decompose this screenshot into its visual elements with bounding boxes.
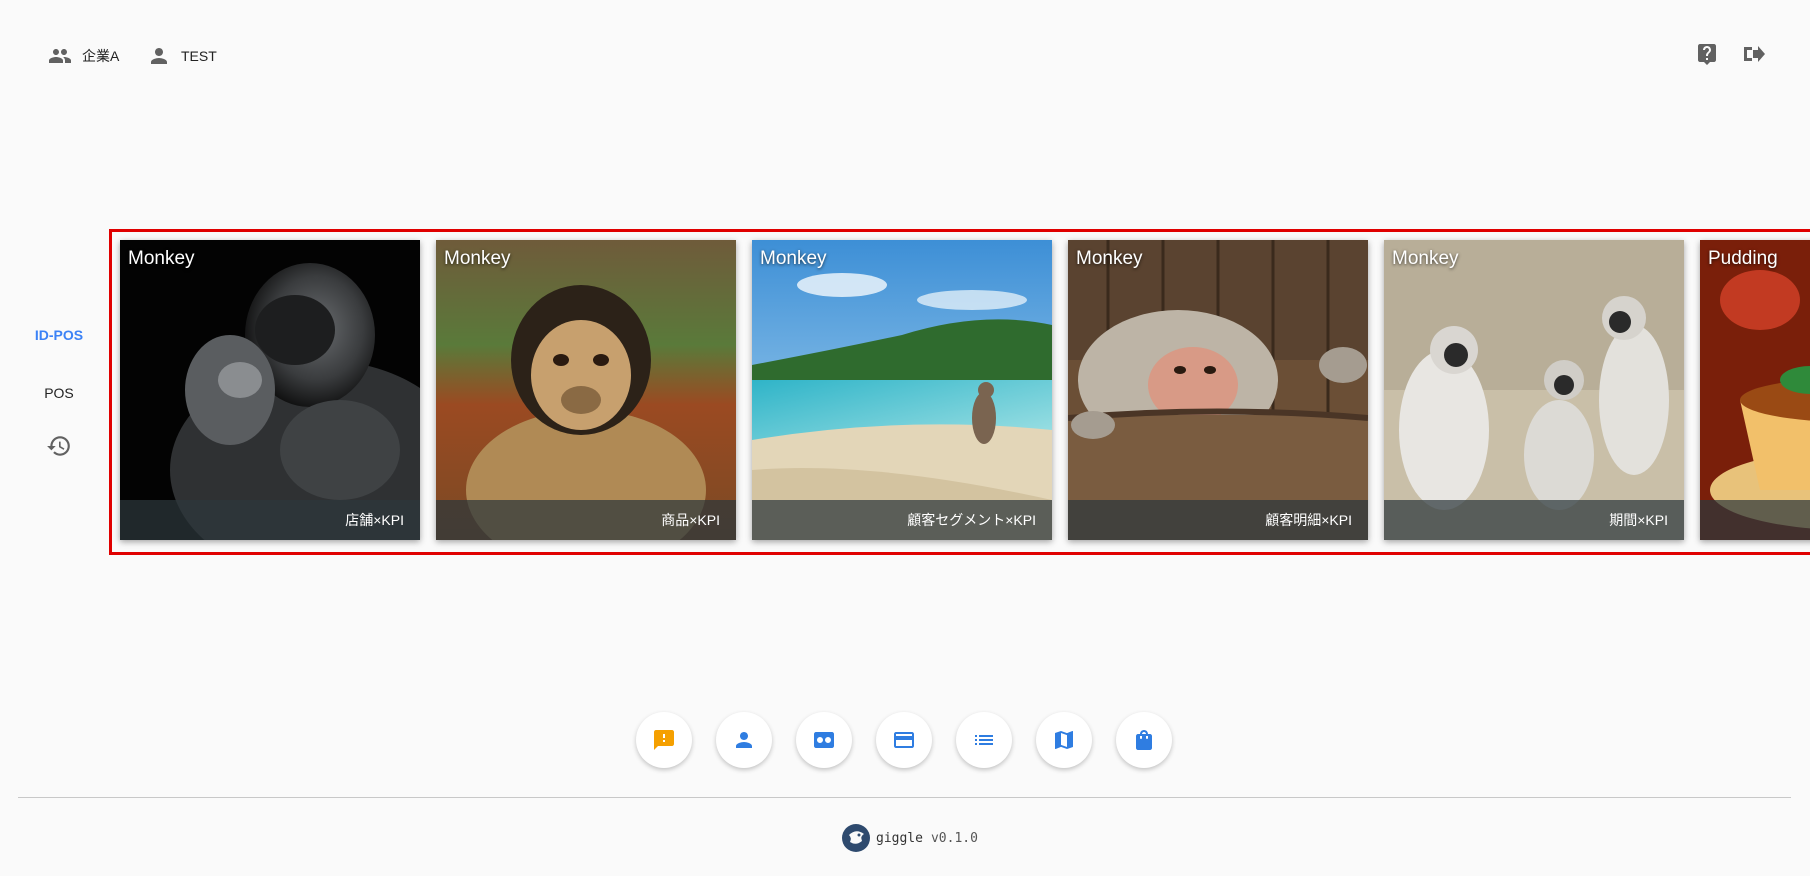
card-caption: 店舗×KPI [120,500,420,540]
report-card[interactable]: Monkey 期間×KPI [1384,240,1684,540]
report-card[interactable]: Monkey 店舗×KPI [120,240,420,540]
nav-item-id-pos[interactable]: ID-POS [0,327,118,343]
nav-item-pos[interactable]: POS [0,385,118,401]
feedback-icon [654,730,674,750]
card-title: Pudding [1708,248,1778,269]
list-button[interactable] [956,712,1012,768]
feedback-button[interactable] [636,712,692,768]
card-caption [1700,500,1810,540]
pudding-photo [1700,240,1810,540]
logout-icon [1744,46,1765,62]
card-title: Monkey [760,248,827,269]
shopping-bag-icon [1136,730,1152,750]
gorilla-photo [120,240,420,540]
map-button[interactable] [1036,712,1092,768]
credit-card-icon [894,732,914,748]
card-caption: 商品×KPI [436,500,736,540]
baboon-barrel-photo [1068,240,1368,540]
person-icon [736,732,752,748]
card-caption: 期間×KPI [1384,500,1684,540]
card-title: Monkey [444,248,511,269]
card-caption: 顧客明細×KPI [1068,500,1368,540]
history-icon [47,436,70,456]
group-icon [49,49,71,63]
report-card[interactable]: Monkey 顧客セグメント×KPI [752,240,1052,540]
report-card[interactable]: Monkey 商品×KPI [436,240,736,540]
app-version: v0.1.0 [930,830,978,846]
help-icon [1698,44,1716,65]
company-selector[interactable]: 企業A [48,44,119,68]
id-card-icon [814,732,834,748]
customer-button[interactable] [716,712,772,768]
user-menu[interactable]: TEST [147,44,217,68]
list-icon [975,735,993,745]
member-card-button[interactable] [796,712,852,768]
langurs-photo [1384,240,1684,540]
card-title: Monkey [1392,248,1459,269]
card-title: Monkey [1076,248,1143,269]
card-title: Monkey [128,248,195,269]
map-icon [1055,731,1073,749]
capuchin-photo [436,240,736,540]
user-label: TEST [181,48,217,64]
beach-monkey-photo [752,240,1052,540]
logout-button[interactable] [1739,40,1767,68]
company-label: 企業A [82,48,120,64]
app-name: giggle [876,830,923,846]
report-carousel[interactable]: Monkey 店舗×KPI Monkey 商品×KPI Monkey 顧客セグメ… [109,229,1810,555]
report-card[interactable]: Monkey 顧客明細×KPI [1068,240,1368,540]
giggle-logo-icon [842,824,870,852]
report-card[interactable]: Pudding [1700,240,1810,540]
person-icon [151,48,167,64]
payment-button[interactable] [876,712,932,768]
footer: giggle v0.1.0 [840,822,978,854]
shopping-button[interactable] [1116,712,1172,768]
footer-divider [18,797,1791,798]
help-button[interactable] [1693,40,1721,68]
history-button[interactable] [46,433,72,459]
card-caption: 顧客セグメント×KPI [752,500,1052,540]
